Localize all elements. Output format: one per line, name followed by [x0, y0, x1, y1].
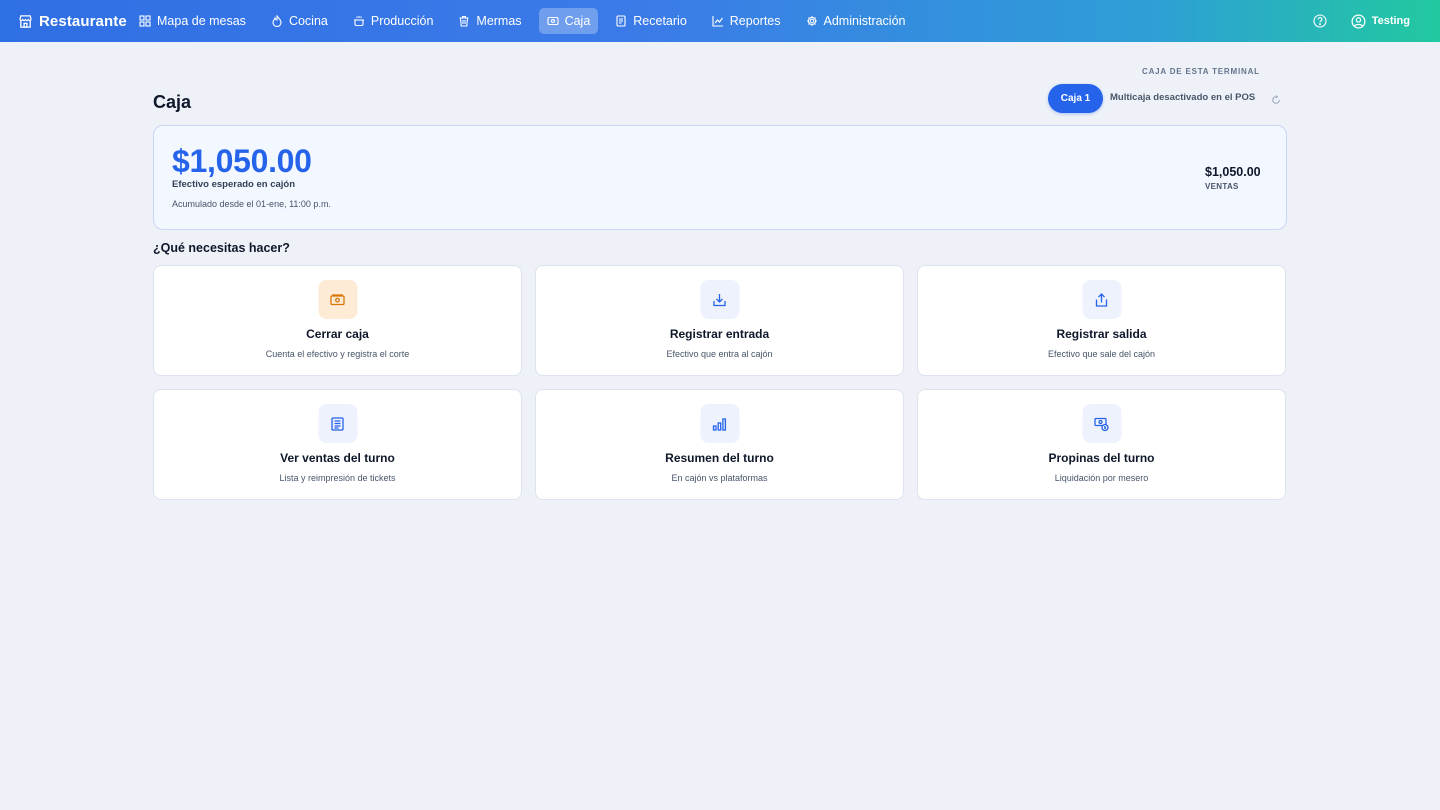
app-title: Restaurante [39, 12, 127, 30]
action-title: Registrar salida [1056, 327, 1147, 341]
terminal-select-button[interactable]: Caja 1 [1048, 84, 1103, 113]
trash-icon [459, 15, 469, 27]
nav-label: Reportes [729, 14, 781, 28]
action-icon-wrap [700, 404, 739, 443]
action-icon-wrap [1082, 404, 1121, 443]
recipe-book-icon [616, 15, 626, 27]
nav-item-recetario[interactable]: Recetario [607, 8, 695, 34]
actions-heading: ¿Qué necesitas hacer? [153, 241, 290, 255]
storefront-icon [19, 14, 32, 28]
receipt-list-icon [331, 416, 344, 431]
expected-cash-label: Efectivo esperado en cajón [172, 179, 296, 190]
resumen-turno-card[interactable]: Resumen del turno En cajón vs plataforma… [535, 389, 904, 500]
sales-value: $1,050.00 [1205, 165, 1261, 179]
nav-item-reportes[interactable]: Reportes [704, 8, 789, 34]
propinas-turno-card[interactable]: Propinas del turno Liquidación por meser… [917, 389, 1286, 500]
action-title: Ver ventas del turno [280, 451, 395, 465]
top-navigation-bar: Restaurante Mapa de mesas Cocina Producc… [0, 0, 1440, 42]
nav-label: Mermas [476, 14, 522, 28]
registrar-entrada-card[interactable]: Registrar entrada Efectivo que entra al … [535, 265, 904, 376]
expected-cash-amount: $1,050.00 [172, 143, 312, 179]
cash-summary-card: $1,050.00 Efectivo esperado en cajón Acu… [153, 125, 1287, 230]
user-circle-icon [1351, 14, 1366, 28]
app-brand[interactable]: Restaurante [18, 0, 127, 42]
multicaja-note: Multicaja desactivado en el POS [1110, 92, 1256, 103]
topbar-right: Testing [1313, 0, 1410, 42]
registrar-salida-card[interactable]: Registrar salida Efectivo que sale del c… [917, 265, 1286, 376]
nav-item-cocina[interactable]: Cocina [263, 8, 336, 34]
nav-label: Administración [823, 14, 906, 28]
pot-icon [353, 16, 364, 27]
nav-label: Cocina [288, 14, 328, 28]
action-title: Propinas del turno [1048, 451, 1155, 465]
action-title: Registrar entrada [669, 327, 770, 341]
upload-icon [1095, 292, 1108, 307]
action-title: Cerrar caja [306, 327, 369, 341]
download-icon [713, 293, 726, 306]
action-icon-wrap [700, 280, 739, 319]
tip-money-icon [1094, 417, 1109, 431]
main-nav: Mapa de mesas Cocina Producción Mermas C… [131, 8, 923, 34]
cerrar-caja-card[interactable]: Cerrar caja Cuenta el efectivo y registr… [153, 265, 522, 376]
nav-item-administracion[interactable]: Administración [798, 8, 914, 34]
nav-item-mermas[interactable]: Mermas [450, 8, 529, 34]
nav-label: Mapa de mesas [157, 14, 246, 28]
action-desc: Efectivo que entra al cajón [666, 349, 773, 359]
action-icon-wrap [1082, 280, 1121, 319]
user-name: Testing [1371, 15, 1410, 27]
action-desc: Cuenta el efectivo y registra el corte [265, 349, 410, 359]
nav-label: Recetario [633, 14, 687, 28]
nav-item-mapa-de-mesas[interactable]: Mapa de mesas [131, 8, 254, 34]
action-desc: En cajón vs plataformas [671, 473, 768, 483]
nav-item-produccion[interactable]: Producción [345, 8, 442, 34]
action-desc: Lista y reimpresión de tickets [279, 473, 396, 483]
nav-item-caja[interactable]: Caja [538, 8, 599, 34]
line-chart-icon [712, 16, 723, 27]
nav-label: Caja [564, 14, 591, 28]
sales-label: VENTAS [1205, 182, 1239, 191]
nav-label: Producción [370, 14, 434, 28]
gear-icon [806, 16, 817, 26]
terminal-label: CAJA DE ESTA TERMINAL [1142, 67, 1260, 76]
cash-register-icon [547, 16, 559, 26]
action-desc: Liquidación por mesero [1054, 473, 1149, 483]
bar-chart-icon [712, 417, 727, 431]
action-title: Resumen del turno [665, 451, 774, 465]
flame-icon [272, 15, 282, 27]
page-title: Caja [153, 92, 192, 112]
accumulated-since: Acumulado desde el 01-ene, 11:00 p.m. [172, 199, 331, 209]
refresh-icon[interactable] [1271, 95, 1281, 105]
action-icon-wrap [318, 404, 357, 443]
help-circle-icon[interactable] [1313, 14, 1327, 28]
user-menu[interactable]: Testing [1351, 14, 1410, 29]
action-desc: Efectivo que sale del cajón [1047, 349, 1156, 359]
grid-icon [139, 15, 151, 27]
ver-ventas-card[interactable]: Ver ventas del turno Lista y reimpresión… [153, 389, 522, 500]
action-icon-wrap [318, 280, 357, 319]
cash-icon [330, 293, 345, 305]
